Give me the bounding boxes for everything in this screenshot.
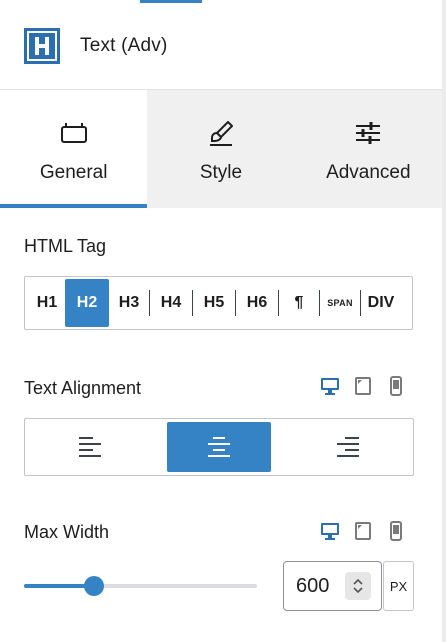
max-width-slider[interactable] (24, 576, 257, 596)
tag-option-h2[interactable]: H2 (65, 279, 109, 327)
tablet-icon[interactable] (353, 521, 373, 541)
max-width-label: Max Width (24, 522, 110, 542)
inspector-tabs: General Style Advanced (0, 90, 442, 208)
tag-option-h4[interactable]: H4 (150, 279, 192, 327)
html-tag-label: HTML Tag (24, 236, 107, 256)
max-width-value[interactable]: 600 (296, 575, 345, 598)
align-left-button[interactable] (28, 422, 152, 472)
panel-scroll-edge (442, 0, 446, 642)
max-width-number-input[interactable]: 600 (283, 561, 382, 611)
tag-option-span[interactable]: SPAN (320, 279, 360, 327)
tablet-icon[interactable] (353, 376, 373, 396)
text-alignment-label: Text Alignment (24, 378, 142, 398)
tab-style-label: Style (199, 162, 243, 183)
align-left-icon (79, 437, 101, 457)
mobile-icon[interactable] (386, 376, 406, 396)
unit-selector-button[interactable]: PX (383, 561, 414, 611)
tab-advanced[interactable]: Advanced (294, 90, 442, 208)
align-center-button[interactable] (167, 422, 271, 472)
align-center-icon (208, 437, 230, 457)
chevron-up-down-icon (353, 578, 363, 594)
mobile-icon[interactable] (386, 521, 406, 541)
block-header: Text (Adv) (0, 3, 442, 90)
block-title: Text (Adv) (80, 35, 168, 56)
tag-option-div[interactable]: DIV (361, 279, 401, 327)
tag-option-paragraph[interactable]: ¶ (279, 279, 319, 327)
slider-thumb[interactable] (83, 576, 104, 596)
align-right-icon (337, 437, 359, 457)
tag-option-h5[interactable]: H5 (193, 279, 235, 327)
brush-icon (209, 121, 233, 146)
text-alignment-device-switcher (320, 376, 406, 396)
number-spinner[interactable] (345, 572, 371, 600)
tab-general-label: General (39, 162, 108, 183)
tab-style[interactable]: Style (147, 90, 295, 208)
text-alignment-selector (24, 418, 414, 476)
tab-advanced-label: Advanced (326, 162, 411, 183)
tag-option-h3[interactable]: H3 (109, 279, 149, 327)
tab-general[interactable]: General (0, 90, 148, 208)
align-right-button[interactable] (286, 422, 410, 472)
max-width-device-switcher (320, 521, 406, 541)
desktop-icon[interactable] (320, 521, 340, 541)
general-tab-icon (60, 123, 87, 143)
heading-h-icon (24, 28, 60, 64)
tag-option-h1[interactable]: H1 (29, 279, 65, 327)
tag-option-h6[interactable]: H6 (236, 279, 278, 327)
desktop-icon[interactable] (320, 376, 340, 396)
sliders-icon (356, 122, 381, 144)
html-tag-selector: H1 H2 H3 H4 H5 H6 ¶ SPAN DIV (24, 276, 413, 330)
